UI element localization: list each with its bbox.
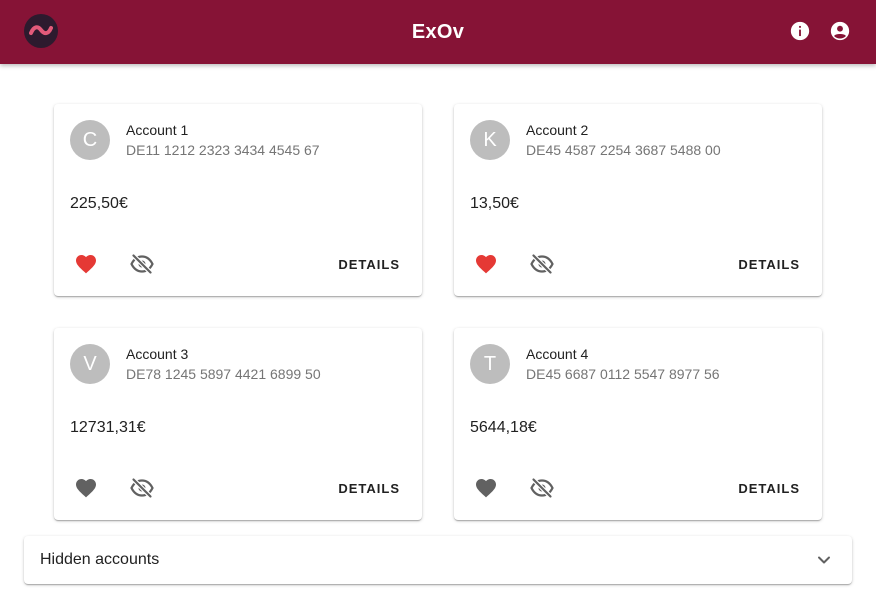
account-card: K Account 2 DE45 4587 2254 3687 5488 00 … xyxy=(454,104,822,296)
eye-off-icon xyxy=(530,253,554,275)
info-icon[interactable] xyxy=(789,20,811,42)
heart-icon xyxy=(476,255,496,274)
avatar: V xyxy=(70,344,110,384)
hide-account-button[interactable] xyxy=(128,474,156,502)
account-balance: 13,50€ xyxy=(470,195,519,212)
avatar: T xyxy=(470,344,510,384)
favorite-button[interactable] xyxy=(472,474,500,502)
eye-off-icon xyxy=(130,477,154,499)
avatar: K xyxy=(470,120,510,160)
account-name: Account 3 xyxy=(126,346,189,362)
account-name: Account 2 xyxy=(526,122,589,138)
account-card: T Account 4 DE45 6687 0112 5547 8977 56 … xyxy=(454,328,822,520)
tilde-logo-icon[interactable] xyxy=(24,14,58,48)
chevron-down-icon[interactable] xyxy=(812,548,836,572)
account-iban: DE45 4587 2254 3687 5488 00 xyxy=(526,142,721,158)
account-iban: DE45 6687 0112 5547 8977 56 xyxy=(526,366,720,382)
heart-icon xyxy=(476,479,496,498)
eye-off-icon xyxy=(530,477,554,499)
favorite-button[interactable] xyxy=(72,250,100,278)
hide-account-button[interactable] xyxy=(528,250,556,278)
hidden-accounts-panel[interactable]: Hidden accounts xyxy=(24,536,852,584)
hidden-accounts-label: Hidden accounts xyxy=(40,551,160,568)
details-button[interactable]: DETAILS xyxy=(730,252,808,276)
heart-icon xyxy=(76,255,96,274)
account-balance: 12731,31€ xyxy=(70,419,146,436)
favorite-button[interactable] xyxy=(72,474,100,502)
account-balance: 225,50€ xyxy=(70,195,128,212)
account-name: Account 4 xyxy=(526,346,589,362)
account-balance: 5644,18€ xyxy=(470,419,537,436)
account-name: Account 1 xyxy=(126,122,189,138)
app-title: ExOv xyxy=(411,20,465,43)
hide-account-button[interactable] xyxy=(128,250,156,278)
eye-off-icon xyxy=(130,253,154,275)
account-card: V Account 3 DE78 1245 5897 4421 6899 50 … xyxy=(54,328,422,520)
avatar: C xyxy=(70,120,110,160)
account-iban: DE11 1212 2323 3434 4545 67 xyxy=(126,142,320,158)
hide-account-button[interactable] xyxy=(528,474,556,502)
details-button[interactable]: DETAILS xyxy=(330,252,408,276)
account-card: C Account 1 DE11 1212 2323 3434 4545 67 … xyxy=(54,104,422,296)
details-button[interactable]: DETAILS xyxy=(730,476,808,500)
heart-icon xyxy=(76,479,96,498)
account-iban: DE78 1245 5897 4421 6899 50 xyxy=(126,366,321,382)
account-circle-icon[interactable] xyxy=(829,20,851,42)
favorite-button[interactable] xyxy=(472,250,500,278)
app-bar: ExOv xyxy=(0,0,876,64)
details-button[interactable]: DETAILS xyxy=(330,476,408,500)
